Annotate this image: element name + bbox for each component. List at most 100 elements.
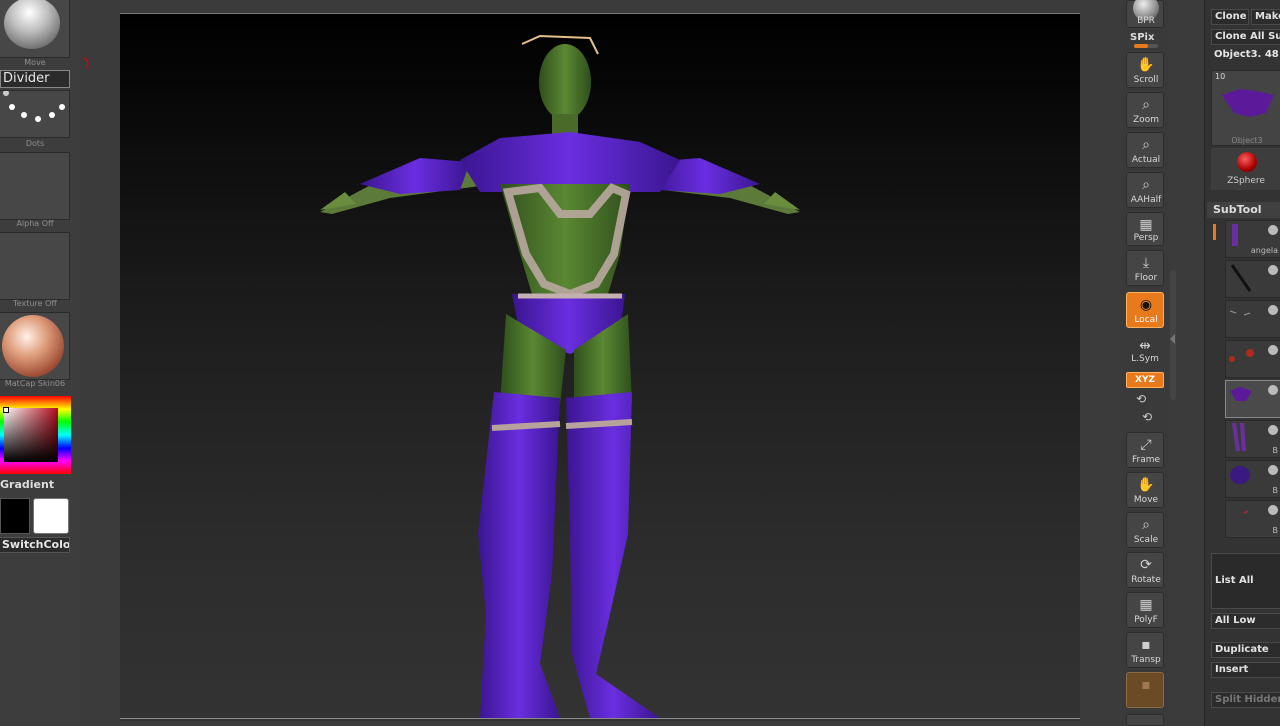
polyf-label: PolyF <box>1134 615 1158 625</box>
stroke-divider-label[interactable]: Divider <box>0 70 70 88</box>
duplicate-button[interactable]: Duplicate <box>1211 642 1280 658</box>
ghost-button[interactable]: ▪ <box>1126 672 1164 708</box>
alpha-caption: Alpha Off <box>16 219 54 228</box>
eye-icon[interactable] <box>1268 505 1278 515</box>
secondary-color-swatch[interactable] <box>33 498 69 534</box>
polyf-icon: ▦ <box>1139 597 1153 613</box>
aahalf-icon: ⌕ <box>1142 177 1150 193</box>
red-arc-icon <box>83 57 89 69</box>
bpr-label: BPR <box>1137 16 1155 26</box>
actual-button[interactable]: ⌕ Actual <box>1126 132 1164 168</box>
list-all-button[interactable]: List All <box>1211 553 1280 609</box>
next-strip-button[interactable] <box>1126 714 1164 726</box>
subtool-item[interactable] <box>1225 340 1280 378</box>
eye-icon[interactable] <box>1268 385 1278 395</box>
local-label: Local <box>1134 315 1158 325</box>
subtool-thumb <box>1243 510 1249 514</box>
switch-color-button[interactable]: SwitchColor <box>0 537 70 553</box>
zoom-button[interactable]: ⌕ Zoom <box>1126 92 1164 128</box>
move-button[interactable]: ✋ Move <box>1126 472 1164 508</box>
eye-icon[interactable] <box>1268 425 1278 435</box>
frame-button[interactable]: ⤢ Frame <box>1126 432 1164 468</box>
subtool-item[interactable] <box>1225 260 1280 298</box>
zbrush-window: Move Divider Dots Alpha Off Texture Off … <box>0 0 1280 726</box>
subtool-thumb <box>1229 349 1254 362</box>
subtool-header[interactable]: SubTool <box>1207 202 1280 218</box>
object-thumbnail[interactable]: 10 Object3 <box>1211 70 1280 146</box>
brush-sphere-icon <box>4 0 60 49</box>
texture-slot[interactable] <box>0 232 70 300</box>
scale-button[interactable]: ⌕ Scale <box>1126 512 1164 548</box>
local-icon: ◉ <box>1139 297 1153 313</box>
move-label: Move <box>1133 495 1159 505</box>
actual-label: Actual <box>1131 155 1161 165</box>
brush-slot[interactable] <box>0 0 70 58</box>
actual-icon: ⌕ <box>1142 137 1150 153</box>
eye-icon[interactable] <box>1268 225 1278 235</box>
subtool-item[interactable]: B <box>1225 500 1280 538</box>
bpr-button[interactable]: BPR <box>1126 0 1164 28</box>
stroke-slot[interactable] <box>0 90 70 138</box>
character-model <box>320 34 800 718</box>
persp-button[interactable]: ▦ Persp <box>1126 212 1164 246</box>
eye-icon[interactable] <box>1268 465 1278 475</box>
split-hidden-button[interactable]: Split Hidden <box>1211 692 1280 708</box>
subtool-thumb <box>1230 264 1252 292</box>
subtool-thumb <box>1232 422 1246 452</box>
aahalf-button[interactable]: ⌕ AAHalf <box>1126 172 1164 208</box>
material-slot[interactable] <box>0 312 70 380</box>
object-caption: Object3 <box>1231 136 1263 145</box>
move-icon: ✋ <box>1137 477 1155 493</box>
dots-stroke-icon <box>3 90 65 122</box>
polyf-button[interactable]: ▦ PolyF <box>1126 592 1164 628</box>
color-picker[interactable] <box>0 396 71 474</box>
rotate-button[interactable]: ⟳ Rotate <box>1126 552 1164 588</box>
rotate-icon: ⟳ <box>1140 557 1152 573</box>
thumb-count: 10 <box>1215 72 1226 81</box>
subtool-item[interactable]: B <box>1225 460 1280 498</box>
clone-button[interactable]: Clone <box>1211 9 1249 25</box>
color-cursor[interactable] <box>3 407 9 413</box>
all-low-button[interactable]: All Low <box>1211 613 1280 629</box>
subtool-item[interactable]: angela <box>1225 220 1280 258</box>
floor-label: Floor <box>1134 273 1158 283</box>
collapse-arrow-icon[interactable] <box>1170 334 1175 344</box>
xyz-button[interactable]: XYZ <box>1126 372 1164 388</box>
scroll-label: Scroll <box>1133 75 1159 85</box>
lsym-button[interactable]: ⇹ L.Sym <box>1126 334 1164 366</box>
spix-label[interactable]: SPix <box>1130 32 1154 43</box>
subtool-name: B <box>1272 446 1279 455</box>
subtool-item[interactable] <box>1225 300 1280 338</box>
texture-caption: Texture Off <box>13 299 57 308</box>
alpha-slot[interactable] <box>0 152 70 220</box>
spix-slider[interactable] <box>1134 44 1158 48</box>
subtool-scroll-indicator[interactable] <box>1213 224 1216 240</box>
eye-icon[interactable] <box>1268 345 1278 355</box>
left-shelf: Move Divider Dots Alpha Off Texture Off … <box>0 0 80 726</box>
frame-label: Frame <box>1131 455 1161 465</box>
insert-button[interactable]: Insert <box>1211 662 1280 678</box>
zsphere-caption: ZSphere <box>1227 176 1265 186</box>
subtool-item-selected[interactable] <box>1225 380 1280 418</box>
transp-button[interactable]: ▪ Transp <box>1126 632 1164 668</box>
eye-icon[interactable] <box>1268 305 1278 315</box>
canvas-viewport[interactable] <box>120 13 1080 721</box>
aahalf-label: AAHalf <box>1130 195 1162 205</box>
scroll-button[interactable]: ✋ Scroll <box>1126 52 1164 88</box>
color-square[interactable] <box>4 408 58 462</box>
spix-slider-fill <box>1134 44 1149 48</box>
eye-icon[interactable] <box>1268 265 1278 275</box>
rotate-y-icon[interactable]: ⟲ <box>1136 392 1146 406</box>
lsym-icon: ⇹ <box>1139 338 1151 354</box>
clone-all-button[interactable]: Clone All Su <box>1211 29 1280 45</box>
object-title: Object3. 48 <box>1214 49 1279 60</box>
subtool-item[interactable]: B <box>1225 420 1280 458</box>
rotate-z-icon[interactable]: ⟲ <box>1142 410 1152 424</box>
make-button[interactable]: Make <box>1251 9 1280 25</box>
gradient-label[interactable]: Gradient <box>0 478 54 491</box>
right-tool-strip: BPR SPix ✋ Scroll ⌕ Zoom ⌕ Actual ⌕ AAHa… <box>1122 0 1168 726</box>
floor-button[interactable]: ⤓ Floor <box>1126 250 1164 286</box>
main-color-swatch[interactable] <box>0 498 30 534</box>
local-button[interactable]: ◉ Local <box>1126 292 1164 328</box>
zsphere-slot[interactable]: ZSphere <box>1211 148 1280 190</box>
